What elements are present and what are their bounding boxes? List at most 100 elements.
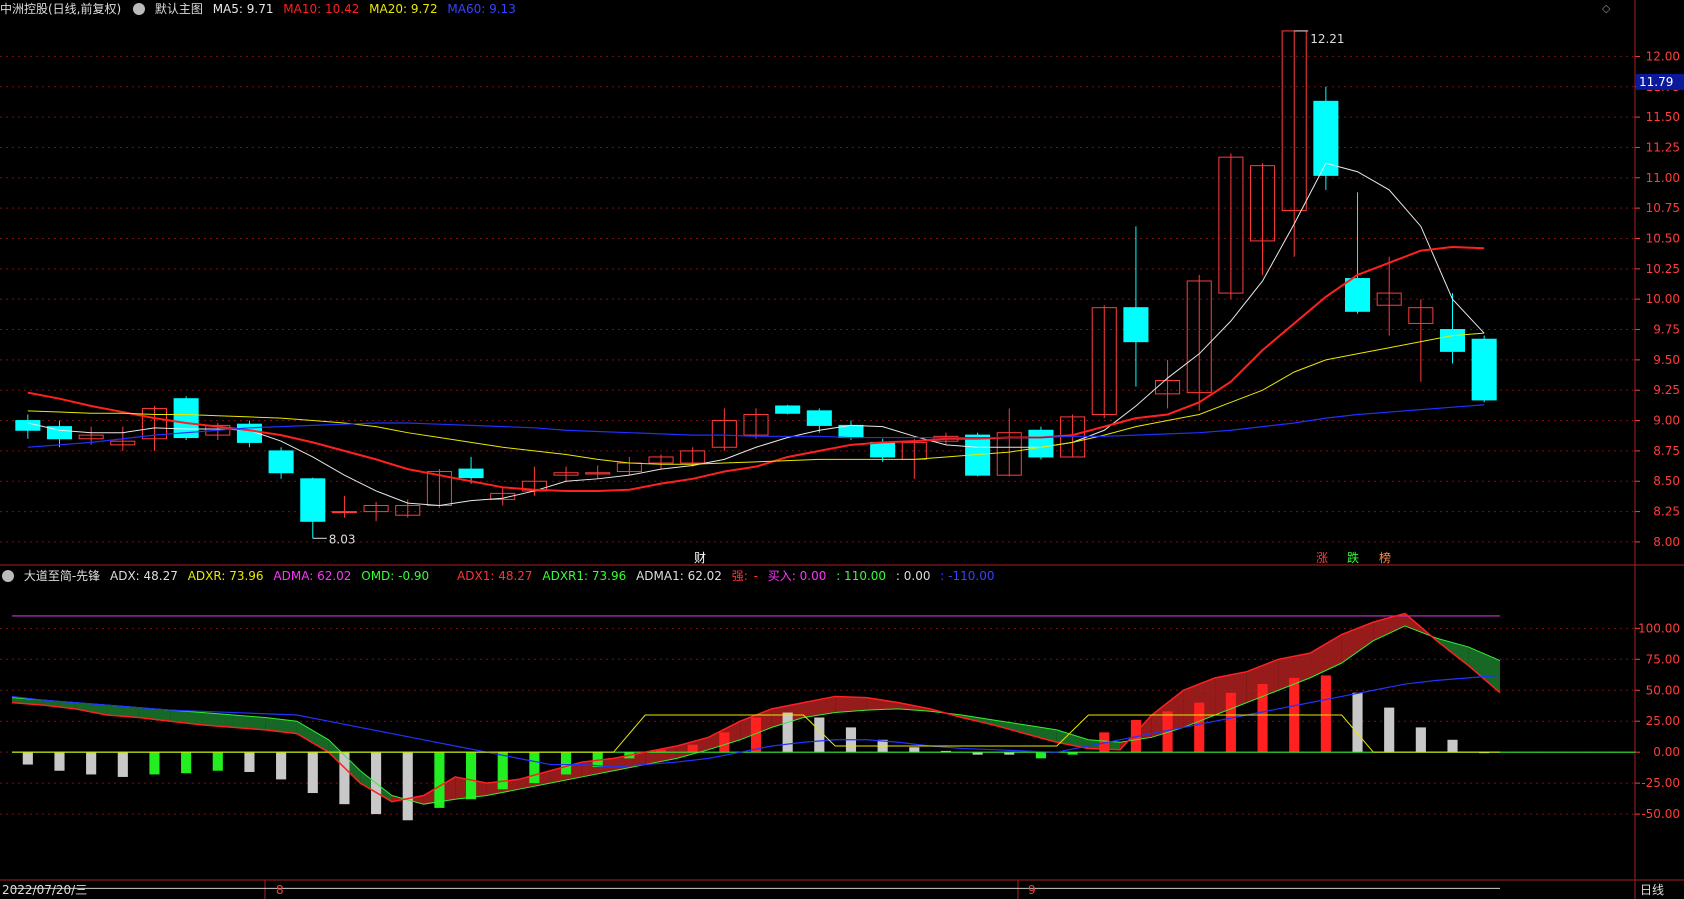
price-tick-label: 10.00	[1646, 292, 1680, 306]
histogram-bar	[1447, 739, 1458, 753]
candle-body	[1028, 429, 1054, 458]
month-9-label: 9	[1028, 883, 1036, 897]
price-tick-label: 8.50	[1653, 474, 1680, 488]
price-tick-label: 11.00	[1646, 171, 1680, 185]
adx-value: ADX: 48.27	[110, 569, 178, 583]
ma20-value: MA20: 9.72	[369, 2, 438, 16]
price-tick-label: 10.75	[1646, 201, 1680, 215]
price-tick-label: 9.00	[1653, 414, 1680, 428]
candle-body	[331, 511, 357, 514]
histogram-bar	[402, 752, 413, 821]
candle-body	[1345, 278, 1371, 312]
price-tick-label: 10.25	[1646, 262, 1680, 276]
candle-body	[458, 468, 484, 479]
event-die-marker: 跌	[1347, 550, 1359, 565]
histogram-bar	[212, 752, 223, 771]
main-chart-header: 中洲控股(日线,前复权) 默认主图 MA5: 9.71 MA10: 10.42 …	[0, 0, 522, 18]
month-8-label: 8	[276, 883, 284, 897]
ma60-value: MA60: 9.13	[447, 2, 516, 16]
histogram-bar	[244, 752, 255, 772]
histogram-bar	[339, 752, 350, 805]
ma10-value: MA10: 10.42	[283, 2, 360, 16]
histogram-bar	[276, 752, 287, 780]
histogram-bar	[1415, 727, 1426, 753]
indicator-tick-label: -50.00	[1641, 807, 1680, 821]
histogram-bar	[149, 752, 160, 775]
price-tick-label: 9.50	[1653, 353, 1680, 367]
event-cai-marker: 财	[694, 551, 706, 565]
last-price-label: 11.79	[1639, 75, 1673, 89]
price-tick-label: 11.50	[1646, 110, 1680, 124]
event-bang-marker: 榜	[1379, 550, 1391, 565]
price-tick-label: 12.00	[1646, 49, 1680, 63]
value-0: : 0.00	[895, 569, 931, 583]
adxr1-value: ADXR1: 73.96	[542, 569, 627, 583]
event-zhang-marker: 涨	[1316, 550, 1328, 565]
candle-body	[806, 410, 832, 426]
candle-body	[1439, 329, 1466, 352]
histogram-bar	[54, 752, 65, 771]
adma1-value: ADMA1: 62.02	[636, 569, 722, 583]
ma5-value: MA5: 9.71	[212, 2, 274, 16]
histogram-bar	[86, 752, 97, 775]
strong-label: 强:	[731, 569, 748, 583]
price-tick-label: 8.00	[1653, 535, 1680, 549]
indicator-tick-label: 0.00	[1653, 745, 1680, 759]
price-tick-label: 8.25	[1653, 505, 1680, 519]
template-label[interactable]: 默认主图	[155, 2, 203, 16]
histogram-bar	[497, 752, 508, 790]
histogram-bar	[1225, 692, 1236, 753]
low-price-label: 8.03	[329, 532, 356, 546]
histogram-bar	[782, 712, 793, 753]
candle-body	[1471, 338, 1497, 401]
histogram-bar	[434, 752, 445, 808]
candle-body	[838, 424, 864, 439]
candle-body	[870, 441, 896, 458]
price-tick-label: 9.25	[1653, 383, 1680, 397]
value-110: : 110.00	[836, 569, 887, 583]
indicator-tick-label: 50.00	[1646, 683, 1680, 697]
omd-value: OMD: -0.90	[361, 569, 430, 583]
histogram-bar	[181, 752, 192, 774]
histogram-bar	[22, 752, 33, 765]
histogram-bar	[465, 752, 477, 800]
histogram-bar	[529, 752, 540, 784]
histogram-bar	[687, 744, 698, 753]
template-toggle-icon[interactable]	[133, 2, 146, 15]
indicator-name[interactable]: 大道至简-先锋	[24, 569, 100, 583]
value-neg110: : -110.00	[940, 569, 995, 583]
histogram-bar	[1257, 684, 1268, 753]
sub-chart-header: 大道至简-先锋 ADX: 48.27 ADXR: 73.96 ADMA: 62.…	[0, 567, 1000, 585]
histogram-bar	[117, 752, 128, 777]
histogram-bar	[909, 747, 920, 753]
adx1-value: ADX1: 48.27	[457, 569, 533, 583]
stock-title[interactable]: 中洲控股(日线,前复权)	[0, 2, 121, 16]
histogram-bar	[1352, 692, 1363, 753]
histogram-bar	[814, 717, 825, 753]
candle-body	[268, 450, 294, 474]
histogram-bar	[1194, 702, 1205, 753]
candle-body	[1123, 307, 1149, 343]
adma-value: ADMA: 62.02	[273, 569, 352, 583]
indicator-toggle-icon[interactable]	[2, 569, 14, 582]
histogram-bar	[1320, 675, 1331, 753]
histogram-bar	[307, 752, 318, 794]
candle-body	[300, 478, 326, 522]
price-tick-label: 11.25	[1646, 140, 1680, 154]
period-label[interactable]: 日线	[1640, 881, 1664, 899]
candle-body	[775, 405, 801, 414]
indicator-tick-label: 75.00	[1646, 652, 1680, 666]
chart-canvas[interactable]: 8.00 8.25 8.50 8.75 9.00 9.25 9.50 9.75 10.00 10.…	[0, 0, 1684, 899]
start-date: 2022/07/20/三	[2, 883, 88, 897]
adxr-value: ADXR: 73.96	[187, 569, 264, 583]
settings-diamond-icon[interactable]: ◇	[1602, 2, 1610, 15]
histogram-bar	[1035, 752, 1047, 759]
high-price-label: 12.21	[1310, 32, 1344, 46]
histogram-bar	[719, 732, 730, 753]
histogram-bar	[1384, 707, 1395, 753]
histogram-bar	[560, 752, 572, 775]
strong-value: -	[753, 569, 758, 583]
price-tick-label: 8.75	[1653, 444, 1680, 458]
indicator-tick-label: -25.00	[1641, 776, 1680, 790]
buy-value: 买入: 0.00	[767, 569, 827, 583]
